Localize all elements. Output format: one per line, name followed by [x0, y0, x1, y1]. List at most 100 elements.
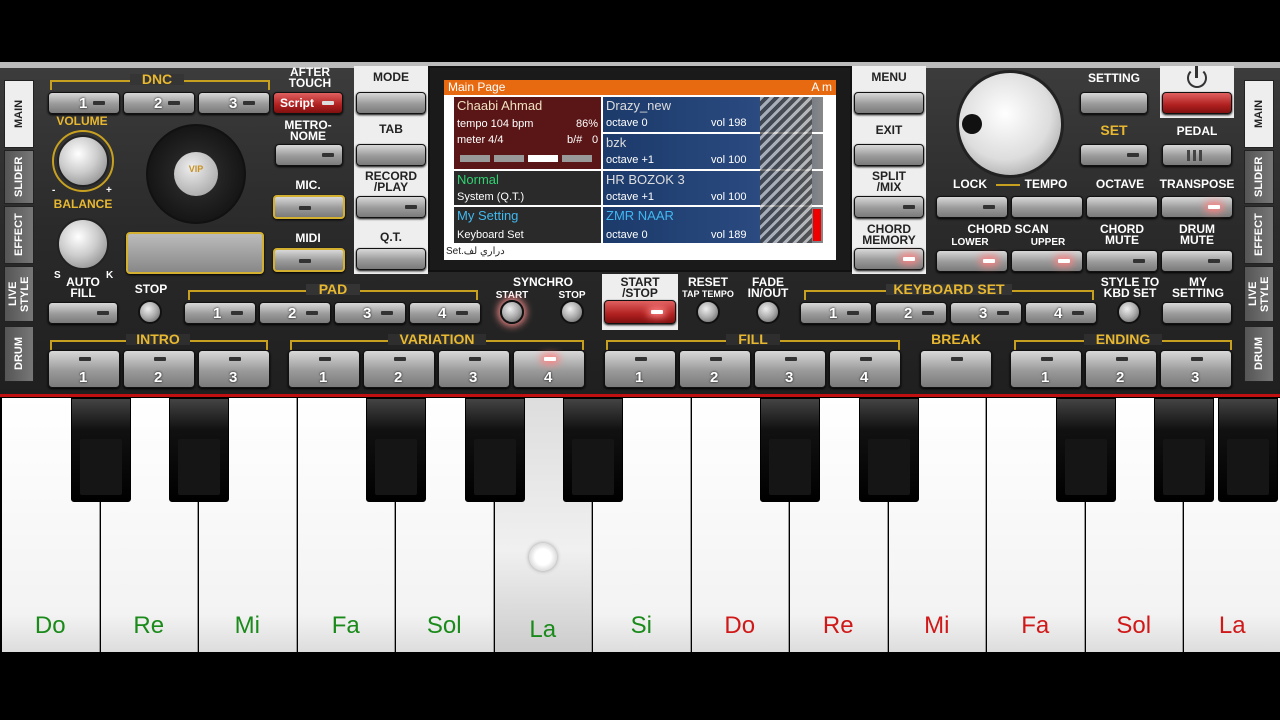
- black-key-3[interactable]: [366, 398, 426, 502]
- chord-mute-button[interactable]: [1086, 250, 1158, 272]
- dnc-button-1[interactable]: 1: [48, 92, 120, 114]
- black-key-6[interactable]: [760, 398, 820, 502]
- start-stop-button[interactable]: [604, 300, 676, 324]
- style-cell[interactable]: Chaabi Ahmad tempo 104 bpm 86% meter 4/4…: [454, 97, 601, 169]
- led: [635, 357, 647, 361]
- split-mix-label: SPLIT /MIX: [871, 169, 906, 194]
- split-mix-button[interactable]: [854, 196, 924, 218]
- part-octave-low: octave 0: [606, 229, 648, 241]
- intro-button-3[interactable]: 3: [198, 350, 270, 388]
- balance-knob[interactable]: [57, 218, 109, 270]
- assign-pad[interactable]: [126, 232, 264, 274]
- black-key-9[interactable]: [1154, 398, 1214, 502]
- variation-button-3[interactable]: 3: [438, 350, 510, 388]
- note-label: Si: [630, 612, 652, 639]
- pad-button-4[interactable]: 4: [409, 302, 481, 324]
- ending-button-3[interactable]: 3: [1160, 350, 1232, 388]
- fill-button-3[interactable]: 3: [754, 350, 826, 388]
- metronome-button[interactable]: [275, 144, 343, 166]
- chord-scan-upper-button[interactable]: [1011, 250, 1083, 272]
- ending-button-1[interactable]: 1: [1010, 350, 1082, 388]
- note-label: La: [1218, 612, 1246, 639]
- kbd-cell[interactable]: My Setting Keyboard Set: [454, 207, 601, 243]
- chord-scan-lower-button[interactable]: [936, 250, 1008, 272]
- set-button[interactable]: [1080, 144, 1148, 166]
- setting-button[interactable]: [1080, 92, 1148, 114]
- auto-fill-button[interactable]: [48, 302, 118, 324]
- black-key-1[interactable]: [70, 398, 131, 502]
- break-label: BREAK: [931, 331, 981, 347]
- variation-button-2[interactable]: 2: [363, 350, 435, 388]
- record-play-button[interactable]: [356, 196, 426, 218]
- right-tab-live-style[interactable]: LIVE STYLE: [1244, 266, 1274, 322]
- pad-button-3[interactable]: 3: [334, 302, 406, 324]
- my-setting-button[interactable]: [1162, 302, 1232, 324]
- octave-button[interactable]: [1086, 196, 1158, 218]
- pad-button-1[interactable]: 1: [184, 302, 256, 324]
- left-tab-live-style[interactable]: LIVE STYLE: [4, 266, 34, 322]
- tempo-button[interactable]: [1011, 196, 1083, 218]
- left-tab-effect[interactable]: EFFECT: [4, 206, 34, 264]
- power-button[interactable]: [1162, 92, 1232, 114]
- black-key-4[interactable]: [464, 398, 525, 502]
- after-touch-label: AFTER TOUCH: [288, 65, 332, 90]
- fade-knob[interactable]: [756, 300, 780, 324]
- fill-button-1[interactable]: 1: [604, 350, 676, 388]
- black-key-2[interactable]: [169, 398, 229, 502]
- right-tab-slider[interactable]: SLIDER: [1244, 150, 1274, 204]
- right-tab-drum[interactable]: DRUM: [1244, 326, 1274, 382]
- variation-button-1[interactable]: 1: [288, 350, 360, 388]
- stop-label: STOP: [134, 282, 168, 296]
- kbd-set-button-3[interactable]: 3: [950, 302, 1022, 324]
- drum-mute-button[interactable]: [1161, 250, 1233, 272]
- midi-button[interactable]: [273, 248, 345, 272]
- break-button[interactable]: [920, 350, 992, 388]
- left-tab-main[interactable]: MAIN: [4, 80, 34, 148]
- script-button[interactable]: Script: [273, 92, 343, 114]
- volume-knob[interactable]: [57, 135, 109, 187]
- stop-knob[interactable]: [138, 300, 162, 324]
- left-tab-drum[interactable]: DRUM: [4, 326, 34, 382]
- style-to-kbd-knob[interactable]: [1117, 300, 1141, 324]
- tap-tempo-knob[interactable]: [696, 300, 720, 324]
- kbd-set-button-4[interactable]: 4: [1025, 302, 1097, 324]
- system-cell[interactable]: Normal System (Q.T.): [454, 171, 601, 205]
- kbd-set-button-1[interactable]: 1: [800, 302, 872, 324]
- led: [847, 311, 859, 315]
- part-name-low: ZMR NAAR: [606, 208, 674, 223]
- pedal-button[interactable]: [1162, 144, 1232, 166]
- transpose-button[interactable]: [1161, 196, 1233, 218]
- part-name-up1: Drazy_new: [606, 98, 672, 113]
- intro-button-1[interactable]: 1: [48, 350, 120, 388]
- mic-button[interactable]: [273, 195, 345, 219]
- left-tab-slider[interactable]: SLIDER: [4, 150, 34, 204]
- led: [1116, 357, 1128, 361]
- black-key-10[interactable]: [1218, 398, 1278, 502]
- right-tab-main[interactable]: MAIN: [1244, 80, 1274, 148]
- mode-button[interactable]: [356, 92, 426, 114]
- black-key-face: [769, 439, 811, 495]
- right-tab-effect[interactable]: EFFECT: [1244, 206, 1274, 264]
- part-vol-up3: vol 100: [711, 191, 747, 203]
- exit-button[interactable]: [854, 144, 924, 166]
- pad-button-2[interactable]: 2: [259, 302, 331, 324]
- ending-button-2[interactable]: 2: [1085, 350, 1157, 388]
- intro-button-2[interactable]: 2: [123, 350, 195, 388]
- fill-button-4[interactable]: 4: [829, 350, 901, 388]
- tab-button[interactable]: [356, 144, 426, 166]
- black-key-7[interactable]: [858, 398, 919, 502]
- dnc-button-3[interactable]: 3: [198, 92, 270, 114]
- synchro-stop-knob[interactable]: [560, 300, 584, 324]
- lock-button[interactable]: [936, 196, 1008, 218]
- menu-button[interactable]: [854, 92, 924, 114]
- kbd-set-button-2[interactable]: 2: [875, 302, 947, 324]
- qt-button[interactable]: [356, 248, 426, 270]
- synchro-start-knob[interactable]: [500, 300, 524, 324]
- variation-button-4[interactable]: 4: [513, 350, 585, 388]
- black-key-8[interactable]: [1055, 398, 1116, 502]
- fill-button-2[interactable]: 2: [679, 350, 751, 388]
- lcd-header: Main Page A m: [444, 80, 836, 95]
- dnc-button-2[interactable]: 2: [123, 92, 195, 114]
- black-key-5[interactable]: [563, 398, 623, 502]
- chord-memory-button[interactable]: [854, 248, 924, 270]
